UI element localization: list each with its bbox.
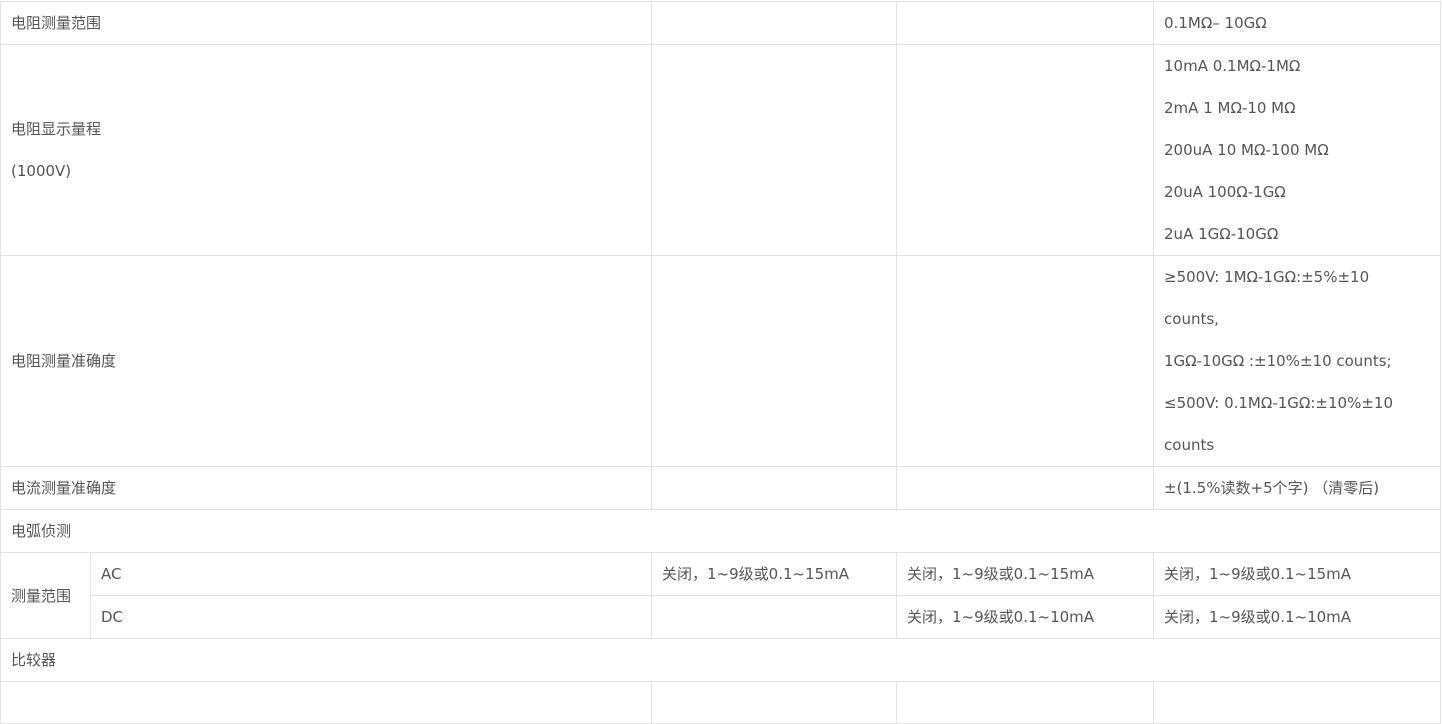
- next-row-col2: [651, 681, 898, 724]
- display-values: 10mA 0.1MΩ-1MΩ 2mA 1 MΩ-10 MΩ 200uA 10 M…: [1153, 44, 1442, 256]
- next-row-col4: [1153, 681, 1442, 724]
- current-accuracy-col3: [651, 466, 898, 510]
- table-row: 电阻显示量程 (1000V) 10mA 0.1MΩ-1MΩ 2mA 1 MΩ-1…: [0, 44, 1442, 256]
- ac-label: AC: [89, 552, 653, 596]
- accuracy-line: ≤500V: 0.1MΩ-1GΩ:±10%±10: [1164, 394, 1393, 412]
- display-line: 10mA 0.1MΩ-1MΩ: [1164, 57, 1301, 75]
- current-accuracy-value: ±(1.5%读数+5个字) （清零后): [1153, 466, 1442, 510]
- table-row: 电阻测量范围 0.1MΩ– 10GΩ: [0, 1, 1442, 45]
- range-col4: [896, 1, 1155, 45]
- dc-label: DC: [89, 595, 653, 639]
- range-label: 电阻测量范围: [0, 1, 653, 45]
- table-row: 测量范围 AC 关闭，1~9级或0.1~15mA 关闭，1~9级或0.1~15m…: [0, 552, 1442, 639]
- range-value: 0.1MΩ– 10GΩ: [1153, 1, 1442, 45]
- ac-col3: 关闭，1~9级或0.1~15mA: [896, 552, 1155, 596]
- comparator-label: 比较器: [0, 638, 1442, 682]
- table-row: DC 关闭，1~9级或0.1~10mA 关闭，1~9级或0.1~10mA: [1, 595, 1442, 639]
- table-row: [0, 681, 1442, 724]
- next-row-col1: [0, 681, 653, 724]
- table-row: 比较器: [0, 638, 1442, 682]
- accuracy-col4: [896, 255, 1155, 467]
- display-col3: [651, 44, 898, 256]
- display-line: 200uA 10 MΩ-100 MΩ: [1164, 141, 1329, 159]
- accuracy-line: counts: [1164, 436, 1215, 454]
- accuracy-values: ≥500V: 1MΩ-1GΩ:±5%±10 counts, 1GΩ-10GΩ :…: [1153, 255, 1442, 467]
- dc-col2: [651, 595, 898, 639]
- dc-col4: 关闭，1~9级或0.1~10mA: [1153, 595, 1442, 639]
- table-row: 电弧侦测: [0, 509, 1442, 553]
- current-accuracy-col4: [896, 466, 1155, 510]
- dc-col3: 关闭，1~9级或0.1~10mA: [896, 595, 1155, 639]
- accuracy-line: 1GΩ-10GΩ :±10%±10 counts;: [1164, 352, 1392, 370]
- table-row: 电阻测量准确度 ≥500V: 1MΩ-1GΩ:±5%±10 counts, 1G…: [0, 255, 1442, 467]
- accuracy-label: 电阻测量准确度: [0, 255, 653, 467]
- display-line: 2mA 1 MΩ-10 MΩ: [1164, 99, 1296, 117]
- accuracy-line: ≥500V: 1MΩ-1GΩ:±5%±10: [1164, 268, 1370, 286]
- ac-col2: 关闭，1~9级或0.1~15mA: [651, 552, 898, 596]
- table-row: 电流测量准确度 ±(1.5%读数+5个字) （清零后): [0, 466, 1442, 510]
- arc-section-label: 电弧侦测: [0, 509, 1442, 553]
- range-col3: [651, 1, 898, 45]
- spec-table: 电阻测量范围 0.1MΩ– 10GΩ 电阻显示量程 (1000V) 10mA 0…: [0, 1, 1442, 724]
- display-label: 电阻显示量程 (1000V): [0, 44, 653, 256]
- display-label-line2: (1000V): [11, 162, 72, 180]
- ac-col4: 关闭，1~9级或0.1~15mA: [1153, 552, 1442, 596]
- display-line: 20uA 100Ω-1GΩ: [1164, 183, 1286, 201]
- measure-range-label: 测量范围: [0, 552, 91, 639]
- display-label-line1: 电阻显示量程: [11, 120, 102, 138]
- current-accuracy-label: 电流测量准确度: [0, 466, 653, 510]
- display-col4: [896, 44, 1155, 256]
- display-line: 2uA 1GΩ-10GΩ: [1164, 225, 1279, 243]
- accuracy-col3: [651, 255, 898, 467]
- accuracy-line: counts,: [1164, 310, 1219, 328]
- next-row-col3: [896, 681, 1155, 724]
